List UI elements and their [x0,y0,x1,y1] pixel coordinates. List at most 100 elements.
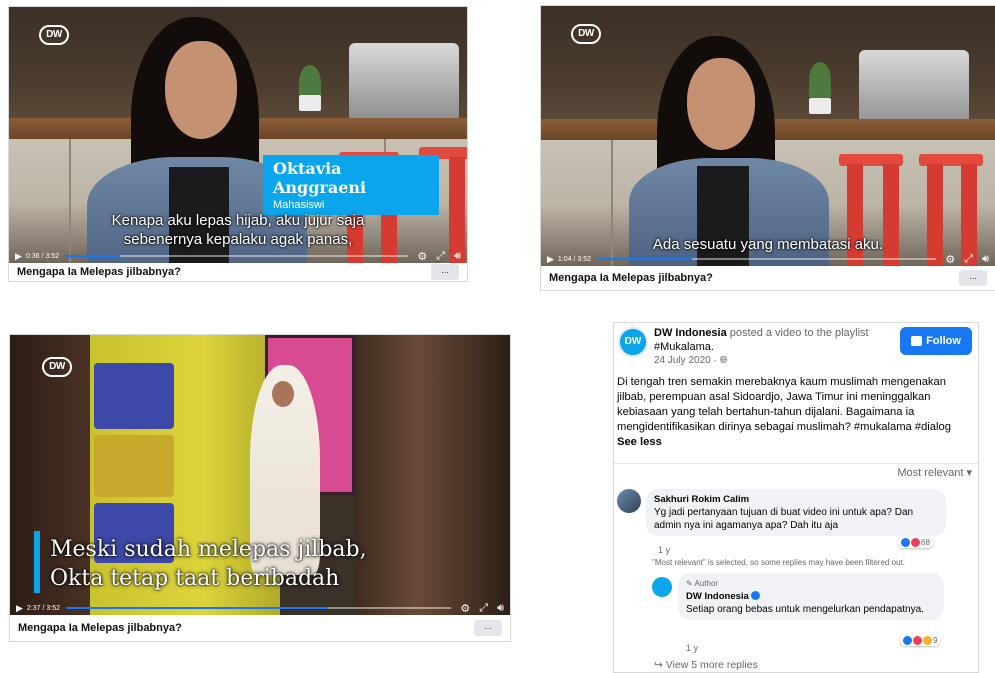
progress-fill [65,255,120,257]
more-options-button[interactable]: ... [959,270,987,286]
dw-logo-icon: DW [571,24,601,44]
play-icon[interactable]: ▶ [15,251,22,262]
follow-icon [911,336,923,346]
reply-bubble: ✎ Author DW Indonesia Setiap orang bebas… [678,573,944,620]
play-icon[interactable]: ▶ [16,603,23,614]
like-reaction-icon [901,538,910,547]
progress-track[interactable] [597,258,937,260]
love-reaction-icon [913,636,922,645]
video-subtitle: Meski sudah melepas jilbab, Okta tetap t… [50,535,367,593]
video-time: 2:37 / 3:52 [26,604,61,612]
post-header: DW DW Indonesia posted a video to the pl… [614,323,978,371]
love-reaction-icon [911,538,920,547]
reply-reactions[interactable]: 9 [900,635,941,646]
fullscreen-icon[interactable]: ⤢ [964,253,973,266]
video-caption-bar: Mengapa Ia Melepas jilbabnya? ... [541,266,995,290]
video-title[interactable]: Mengapa Ia Melepas jilbabnya? [18,622,182,634]
commenter-avatar[interactable] [617,489,641,513]
author-badge: ✎ Author [686,579,719,588]
screenshot-collage: DW Oktavia Anggraeni Mahasiswi Kenapa ak… [0,0,995,673]
dw-logo-icon: DW [39,25,69,45]
reply-author-row[interactable]: DW Indonesia [686,590,936,603]
subtitle-line: Okta tetap taat beribadah [50,566,340,591]
post-date-text: 24 July 2020 · [654,355,720,366]
video-frame[interactable]: DW Ada sesuatu yang membatasi aku. ▶ 1:0… [541,6,995,268]
video-card-2[interactable]: DW Ada sesuatu yang membatasi aku. ▶ 1:0… [540,5,995,291]
post-action: posted a video to the playlist [729,327,869,339]
comment-age[interactable]: 1 y [658,545,670,555]
gear-icon[interactable]: ⚙ [460,602,470,615]
author-badge-label: Author [694,579,719,588]
more-options-button[interactable]: ... [431,264,459,280]
video-frame[interactable]: DW Oktavia Anggraeni Mahasiswi Kenapa ak… [9,7,467,265]
video-caption-bar: Mengapa Ia Melepas jilbabnya? ... [10,615,510,641]
video-time: 0:36 / 3:52 [25,252,60,260]
divider [614,463,978,464]
view-more-replies-link[interactable]: ↪ View 5 more replies [654,659,758,671]
reaction-count: 68 [921,538,930,547]
lower-third-name-tag: Oktavia Anggraeni Mahasiswi [263,155,439,215]
globe-icon: 🌐︎ [719,355,728,366]
progress-track[interactable] [66,607,452,609]
gear-icon[interactable]: ⚙ [945,253,955,266]
volume-icon[interactable]: 🔊︎ [982,253,989,266]
filter-note: "Most relevant" is selected, so some rep… [652,558,905,567]
follow-button[interactable]: Follow [900,327,972,355]
haha-reaction-icon [923,636,932,645]
volume-icon[interactable]: 🔊︎ [497,602,504,615]
follow-label: Follow [926,335,961,347]
comment-sort-dropdown[interactable]: Most relevant ▾ [897,466,972,479]
progress-fill [66,607,329,609]
post-body: Di tengah tren semakin merebaknya kaum m… [617,375,975,450]
like-reaction-icon [903,636,912,645]
play-icon[interactable]: ▶ [547,254,554,265]
video-caption-bar: Mengapa Ia Melepas jilbabnya? ... [9,263,467,281]
wooden-door [355,335,510,617]
reply-avatar[interactable] [652,577,672,597]
plant-pot [299,95,321,111]
reply-arrow-icon: ↪ [654,659,663,671]
page-avatar[interactable]: DW [618,327,648,357]
fullscreen-icon[interactable]: ⤢ [479,602,488,615]
person-face [687,58,755,150]
more-options-button[interactable]: ... [474,620,502,636]
video-title[interactable]: Mengapa Ia Melepas jilbabnya? [17,266,181,278]
yellow-drawer [94,435,174,497]
progress-track[interactable] [65,255,409,257]
comment-text: Yg jadi pertanyaan tujuan di buat video … [654,507,914,531]
post-date[interactable]: 24 July 2020 · 🌐︎ [654,354,902,368]
reply-text: Setiap orang bebas untuk mengelurkan pen… [686,604,924,615]
speaker-role: Mahasiswi [273,199,325,211]
verified-icon [751,591,761,600]
playlist-link[interactable]: #Mukalama. [654,340,902,354]
coffee-machine [349,43,459,121]
video-time: 1:04 / 3:52 [557,255,592,263]
see-less-link[interactable]: See less [617,435,975,450]
person-face [165,41,237,139]
view-more-label: View 5 more replies [665,659,758,671]
post-text: Di tengah tren semakin merebaknya kaum m… [617,376,951,433]
dw-logo-icon: DW [42,357,72,377]
plant [809,62,831,98]
reply-age[interactable]: 1 y [686,643,698,653]
post-meta: DW Indonesia posted a video to the playl… [654,326,902,368]
volume-icon[interactable]: 🔊︎ [454,250,461,263]
video-frame[interactable]: DW Meski sudah melepas jilbab, Okta teta… [10,335,510,617]
comment-reactions[interactable]: 68 [898,537,933,548]
speaker-name: Oktavia Anggraeni [273,159,367,197]
video-card-1[interactable]: DW Oktavia Anggraeni Mahasiswi Kenapa ak… [8,6,468,282]
reaction-count: 9 [933,636,938,645]
person-face [272,381,294,407]
gear-icon[interactable]: ⚙ [417,250,427,263]
subtitle-accent-bar [34,531,40,593]
video-subtitle: Kenapa aku lepas hijab, aku jujur saja s… [9,211,467,249]
comment-author[interactable]: Sakhuri Rokim Calim [654,493,938,506]
subtitle-line: Meski sudah melepas jilbab, [50,537,367,562]
facebook-post: DW DW Indonesia posted a video to the pl… [613,322,979,673]
fullscreen-icon[interactable]: ⤢ [436,250,445,263]
video-card-3[interactable]: DW Meski sudah melepas jilbab, Okta teta… [9,334,511,642]
page-name[interactable]: DW Indonesia [654,327,727,339]
reply-author: DW Indonesia [686,591,749,602]
video-title[interactable]: Mengapa Ia Melepas jilbabnya? [549,272,713,284]
progress-fill [597,258,693,260]
